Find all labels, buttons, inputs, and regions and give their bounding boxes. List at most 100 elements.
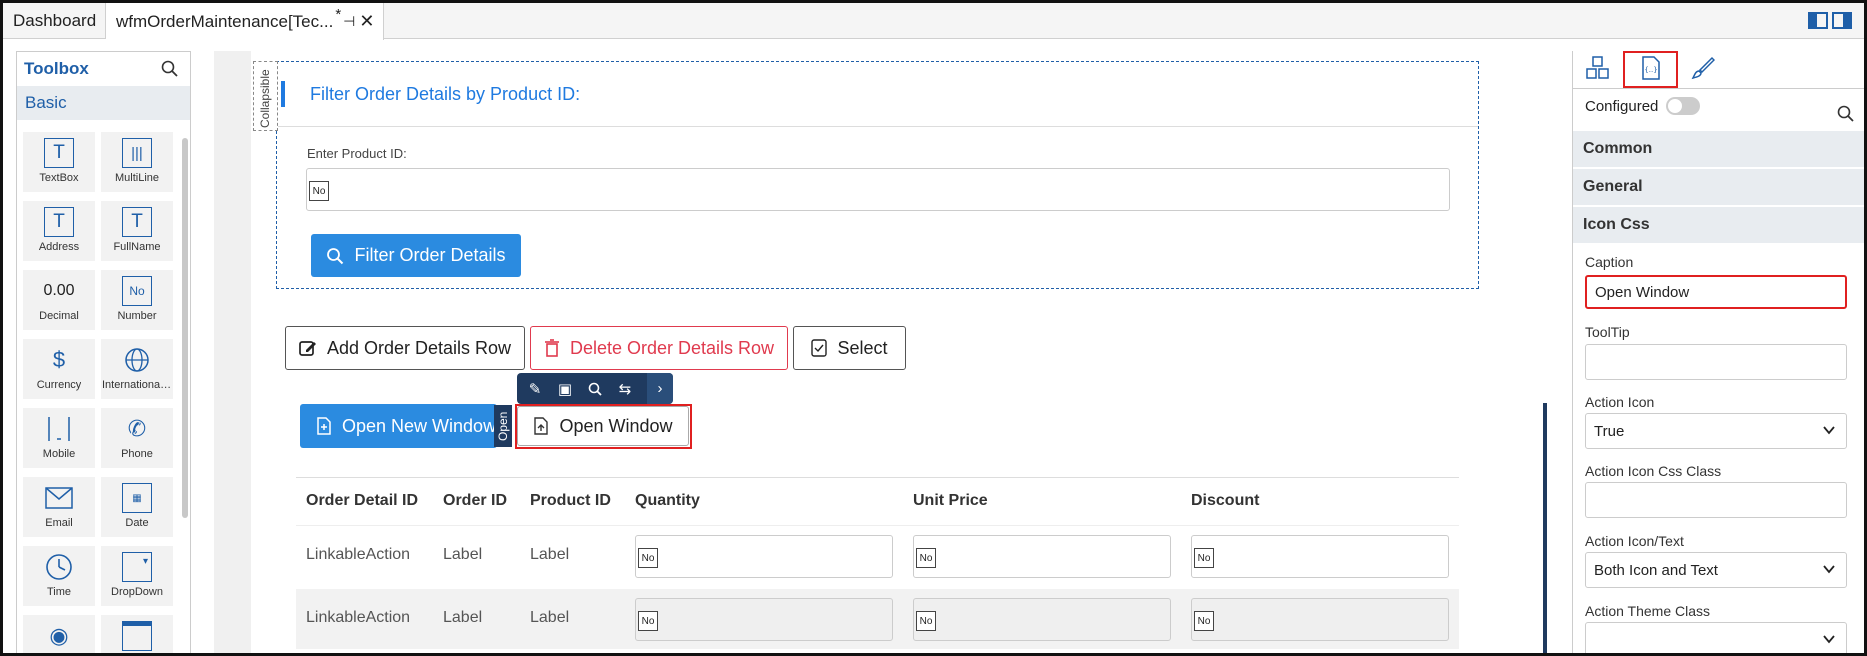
search-icon	[326, 247, 344, 265]
action-icon-select[interactable]: True	[1585, 413, 1847, 449]
control-floating-toolbar: ✎ ▣ ⇆ ›	[517, 373, 673, 404]
tooltip-input[interactable]	[1585, 344, 1847, 380]
toolbox-item-phone[interactable]: ✆ Phone	[101, 408, 173, 468]
discount-input[interactable]: No	[1191, 598, 1449, 641]
toolbox-panel: Toolbox Basic T TextBox ||| MultiLine T Add…	[16, 51, 191, 653]
open-window-highlight	[515, 404, 692, 449]
chevron-down-icon	[1822, 423, 1836, 441]
number-icon: No	[122, 276, 152, 306]
layout-toggle	[1808, 12, 1852, 29]
tab-dashboard[interactable]: Dashboard	[3, 3, 106, 39]
toolbox-item-multiline[interactable]: ||| MultiLine	[101, 132, 173, 192]
add-order-details-row-button[interactable]: Add Order Details Row	[285, 326, 525, 370]
toolbox-item-number[interactable]: No Number	[101, 270, 173, 330]
action-icon-text-label: Action Icon/Text	[1585, 533, 1684, 549]
unit-price-input[interactable]: No	[913, 598, 1171, 641]
section-general[interactable]: General	[1573, 169, 1864, 205]
quantity-input[interactable]: No	[635, 598, 893, 641]
grid-header: Order Detail ID Order ID Product ID Quan…	[296, 477, 1459, 523]
layout-blocks-icon	[1586, 55, 1612, 85]
product-id-label: Enter Product ID:	[307, 146, 407, 161]
toolbox-item-international[interactable]: International ...	[101, 339, 173, 399]
section-icon-css[interactable]: Icon Css	[1573, 207, 1864, 243]
column-order-id[interactable]: Order ID	[443, 492, 507, 510]
toolbox-item-date[interactable]: ▦ Date	[101, 477, 173, 537]
configured-toggle-row: Configured	[1585, 97, 1701, 115]
toolbox-title: Toolbox	[24, 59, 89, 78]
layout-left-icon[interactable]	[1808, 12, 1828, 29]
toolbox-item-dropdown[interactable]: ▾ DropDown	[101, 546, 173, 606]
number-icon: No	[638, 611, 658, 631]
search-icon[interactable]	[161, 60, 178, 82]
toolbox-item-currency[interactable]: $ Currency	[23, 339, 95, 399]
section-common[interactable]: Common	[1573, 131, 1864, 167]
product-id-input[interactable]: No	[306, 168, 1450, 211]
linkable-action-cell[interactable]: LinkableAction	[306, 546, 410, 564]
search-icon[interactable]	[1837, 105, 1854, 127]
configured-toggle[interactable]	[1666, 97, 1701, 115]
collapsible-tag[interactable]: Collapsible	[253, 61, 278, 131]
tab-layout[interactable]	[1573, 51, 1625, 89]
toolbox-item-window[interactable]	[101, 615, 173, 653]
settings-doc-icon[interactable]: ▣	[553, 380, 577, 398]
globe-icon	[122, 345, 152, 375]
toolbox-item-address[interactable]: T Address	[23, 201, 95, 261]
tab-dashboard-label: Dashboard	[13, 11, 97, 30]
chevron-right-icon[interactable]: ›	[647, 373, 673, 404]
decimal-icon: 0.00	[43, 282, 75, 299]
quantity-input[interactable]: No	[635, 535, 893, 578]
category-label: Basic	[25, 93, 67, 112]
toolbox-item-time[interactable]: Time	[23, 546, 95, 606]
tab-style[interactable]	[1677, 51, 1729, 89]
linkable-action-cell[interactable]: LinkableAction	[306, 609, 410, 627]
toolbox-item-email[interactable]: Email	[23, 477, 95, 537]
action-icon-css-label: Action Icon Css Class	[1585, 463, 1722, 479]
unit-price-input[interactable]: No	[913, 535, 1171, 578]
toolbox-item-radio[interactable]: ◉	[23, 615, 95, 653]
search-icon[interactable]	[583, 382, 607, 396]
select-button[interactable]: Select	[793, 326, 906, 370]
toolbox-item-decimal[interactable]: 0.00 Decimal	[23, 270, 95, 330]
toolbox-item-textbox[interactable]: T TextBox	[23, 132, 95, 192]
caption-label: Caption	[1585, 254, 1634, 270]
column-unit-price[interactable]: Unit Price	[913, 492, 988, 510]
discount-input[interactable]: No	[1191, 535, 1449, 578]
action-icon-css-input[interactable]	[1585, 482, 1847, 518]
close-icon[interactable]: ✕	[359, 11, 374, 32]
column-discount[interactable]: Discount	[1191, 492, 1259, 510]
multiline-icon: |||	[122, 138, 152, 168]
number-icon: No	[916, 548, 936, 568]
app-frame: Dashboard wfmOrderMaintenance[Tec... * ⊣…	[0, 0, 1867, 656]
open-tag[interactable]: Open	[494, 405, 512, 447]
layout-right-icon[interactable]	[1832, 12, 1852, 29]
delete-order-details-row-button[interactable]: Delete Order Details Row	[530, 326, 788, 370]
caption-input[interactable]: Open Window	[1585, 275, 1847, 309]
phone-icon: ✆	[127, 416, 147, 441]
trash-icon	[544, 339, 560, 357]
canvas-scrollbar[interactable]	[1543, 403, 1547, 653]
table-row: LinkableAction Label Label No No No	[296, 525, 1459, 585]
checklist-icon	[811, 339, 828, 357]
edit-icon	[299, 339, 317, 357]
pin-icon[interactable]: ⊣	[343, 13, 355, 30]
column-quantity[interactable]: Quantity	[635, 492, 700, 510]
label-cell: Label	[530, 609, 570, 626]
text-icon: T	[44, 138, 74, 168]
action-icon-text-select[interactable]: Both Icon and Text	[1585, 552, 1847, 588]
swap-icon[interactable]: ⇆	[613, 380, 637, 398]
open-new-window-button[interactable]: Open New Window	[300, 404, 497, 448]
action-theme-select[interactable]	[1585, 622, 1847, 653]
column-order-detail-id[interactable]: Order Detail ID	[306, 492, 418, 510]
calendar-icon: ▦	[122, 483, 152, 513]
toolbox-scrollbar[interactable]	[182, 138, 188, 518]
tab-order-maintenance[interactable]: wfmOrderMaintenance[Tec... * ⊣ ✕	[106, 3, 384, 40]
toolbox-category-basic[interactable]: Basic	[17, 86, 190, 120]
pencil-icon[interactable]: ✎	[523, 380, 547, 398]
column-product-id[interactable]: Product ID	[530, 492, 611, 510]
radio-icon: ◉	[49, 623, 69, 648]
dropdown-icon: ▾	[122, 552, 152, 582]
toolbox-item-fullname[interactable]: T FullName	[101, 201, 173, 261]
toolbox-item-mobile[interactable]: Mobile	[23, 408, 95, 468]
filter-order-details-button[interactable]: Filter Order Details	[311, 234, 521, 277]
number-icon: No	[1194, 611, 1214, 631]
